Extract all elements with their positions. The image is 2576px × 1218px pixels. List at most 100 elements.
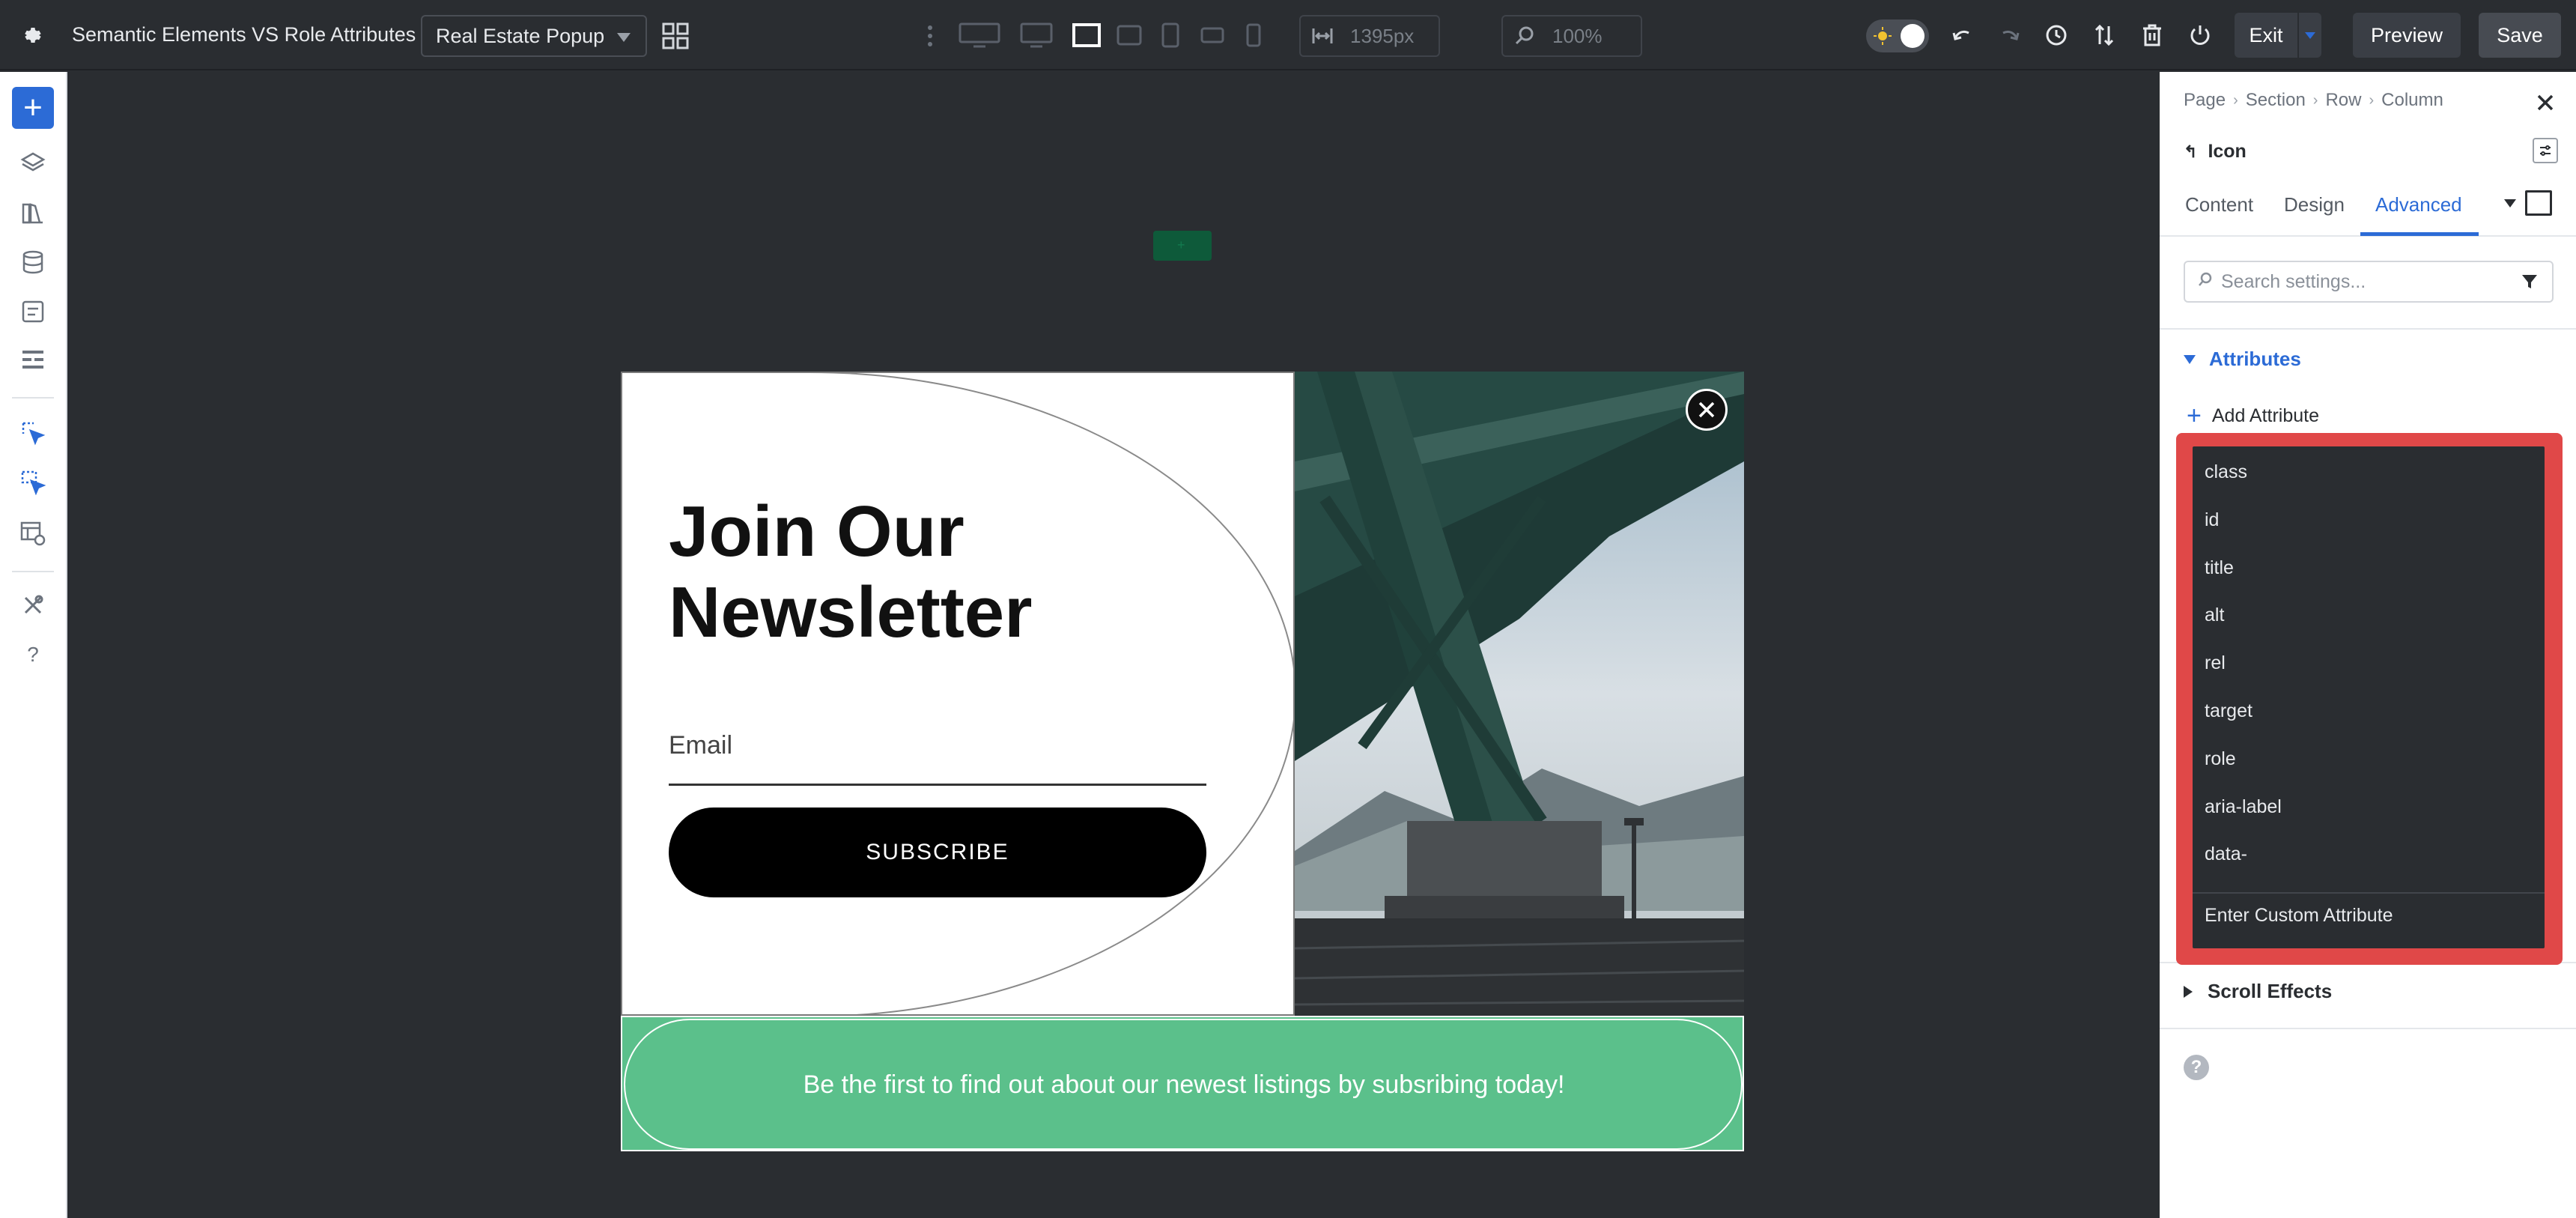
builder-canvas[interactable]: + Join Our Newsletter Email SUBSCRIBE Be… <box>69 72 2158 1218</box>
laptop-icon[interactable] <box>1071 18 1102 52</box>
canvas-width-field[interactable]: 1395px <box>1299 15 1440 57</box>
sidebar-divider <box>12 397 54 399</box>
attributes-header: Attributes <box>2209 348 2301 370</box>
desktop-icon[interactable] <box>1018 18 1054 52</box>
dropdown-item-class[interactable]: class <box>2205 461 2247 483</box>
chevron-down-icon <box>2305 31 2315 39</box>
gear-icon[interactable] <box>16 19 49 52</box>
grid-icon[interactable] <box>659 19 692 52</box>
tablet-landscape-icon[interactable] <box>1116 18 1143 52</box>
canvas-width-value: 1395px <box>1350 24 1415 47</box>
scroll-effects-toggle[interactable]: Scroll Effects <box>2184 980 2332 1003</box>
layers-icon[interactable] <box>16 147 49 180</box>
close-icon[interactable] <box>2533 90 2558 115</box>
subscribe-button[interactable]: SUBSCRIBE <box>669 808 1206 897</box>
tab-advanced[interactable]: Advanced <box>2375 193 2462 216</box>
phone-landscape-icon[interactable] <box>1200 18 1225 52</box>
exit-button[interactable]: Exit <box>2235 13 2297 58</box>
decorative-curve <box>622 373 1293 1014</box>
section-divider <box>2160 1028 2576 1029</box>
add-icon[interactable]: + <box>12 87 54 129</box>
add-icon: + <box>1177 237 1185 252</box>
attributes-toggle[interactable]: Attributes <box>2184 348 2301 371</box>
add-attribute-label: Add Attribute <box>2211 405 2320 426</box>
power-icon[interactable] <box>2184 18 2217 52</box>
dropdown-item-aria-label[interactable]: aria-label <box>2205 796 2282 818</box>
email-field[interactable]: Email <box>669 731 732 760</box>
bridge-photo[interactable] <box>1295 372 1744 1016</box>
tools-icon[interactable] <box>16 589 49 622</box>
sidebar-divider <box>12 571 54 572</box>
close-icon[interactable] <box>1686 389 1728 431</box>
panel-mode-toggle[interactable] <box>2533 138 2558 163</box>
tab-content[interactable]: Content <box>2185 193 2253 216</box>
zoom-field[interactable]: 100% <box>1501 15 1642 57</box>
settings-table-icon[interactable] <box>16 517 49 550</box>
filter-icon[interactable] <box>2521 273 2539 291</box>
help-icon[interactable]: ? <box>2184 1055 2209 1080</box>
theme-toggle[interactable] <box>1866 19 1929 52</box>
save-button[interactable]: Save <box>2479 13 2561 58</box>
left-sidebar: + ? <box>0 72 67 1218</box>
preview-button[interactable]: Preview <box>2353 13 2461 58</box>
banner-text: Be the first to find out about our newes… <box>803 1070 1565 1099</box>
scroll-effects-label: Scroll Effects <box>2208 980 2333 1002</box>
add-row-handle[interactable]: + <box>1153 231 1212 261</box>
sort-icon[interactable] <box>2088 18 2121 52</box>
caret-down-icon <box>2184 354 2196 364</box>
add-attribute-button[interactable]: + Add Attribute <box>2187 403 2319 428</box>
section-divider <box>2160 328 2576 330</box>
forms-icon[interactable] <box>16 295 49 328</box>
tablet-icon[interactable] <box>1159 18 1182 52</box>
width-arrows-icon <box>1311 25 1334 47</box>
caret-right-icon <box>2184 985 2193 998</box>
history-icon[interactable] <box>2040 18 2073 52</box>
phone-icon[interactable] <box>1243 18 1264 52</box>
breadcrumb-column[interactable]: Column <box>2381 90 2443 111</box>
search-placeholder: Search settings... <box>2221 270 2366 292</box>
search-input[interactable]: Search settings... <box>2184 261 2554 303</box>
select-tool-icon[interactable] <box>16 416 49 449</box>
plus-icon: + <box>2187 402 2202 430</box>
toggle-knob <box>1901 24 1925 48</box>
popup-form-column[interactable]: Join Our Newsletter Email SUBSCRIBE <box>621 372 1295 1016</box>
trash-icon[interactable] <box>2136 18 2169 52</box>
chevron-down-icon[interactable] <box>2504 199 2516 207</box>
multi-select-icon[interactable] <box>16 466 49 499</box>
desktop-wide-icon[interactable] <box>957 18 1002 52</box>
tab-design[interactable]: Design <box>2284 193 2345 216</box>
dropdown-item-rel[interactable]: rel <box>2205 652 2226 674</box>
dropdown-item-alt[interactable]: alt <box>2205 605 2224 626</box>
breadcrumb-section[interactable]: Section <box>2246 90 2306 111</box>
redo-icon[interactable] <box>1993 18 2026 52</box>
popup-heading[interactable]: Join Our Newsletter <box>669 491 1238 653</box>
chevron-right-icon: › <box>2312 91 2318 109</box>
dropdown-item-data[interactable]: data- <box>2205 843 2247 865</box>
search-icon <box>2197 271 2214 293</box>
module-title-text: Icon <box>2208 141 2247 162</box>
attribute-dropdown[interactable]: class id title alt rel target role aria-… <box>2193 446 2545 948</box>
preset-icon[interactable] <box>2525 190 2552 216</box>
undo-icon[interactable] <box>1945 18 1978 52</box>
sun-icon <box>1874 27 1892 45</box>
dropdown-item-title[interactable]: title <box>2205 557 2234 579</box>
breadcrumb-row[interactable]: Row <box>2325 90 2361 111</box>
database-icon[interactable] <box>16 246 49 279</box>
active-tab-indicator <box>2360 232 2479 236</box>
layout-select[interactable]: Real Estate Popup <box>421 15 647 57</box>
dropdown-item-id[interactable]: id <box>2205 509 2219 531</box>
help-icon[interactable]: ? <box>16 638 49 671</box>
exit-dropdown-button[interactable] <box>2299 13 2321 58</box>
breadcrumb-page[interactable]: Page <box>2184 90 2226 111</box>
library-icon[interactable] <box>16 196 49 229</box>
zoom-value: 100% <box>1552 24 1603 47</box>
dropdown-item-role[interactable]: role <box>2205 748 2236 770</box>
templates-icon[interactable] <box>16 343 49 376</box>
dropdown-item-custom[interactable]: Enter Custom Attribute <box>2205 905 2393 927</box>
dropdown-item-target[interactable]: target <box>2205 700 2253 722</box>
back-arrow-icon[interactable]: ↰ <box>2184 142 2197 162</box>
more-vertical-icon[interactable] <box>920 19 941 52</box>
popup-banner[interactable]: Be the first to find out about our newes… <box>621 1016 1744 1151</box>
top-toolbar: Semantic Elements VS Role Attributes Rea… <box>0 0 2576 70</box>
newsletter-popup[interactable]: Join Our Newsletter Email SUBSCRIBE Be t… <box>621 372 1744 1151</box>
